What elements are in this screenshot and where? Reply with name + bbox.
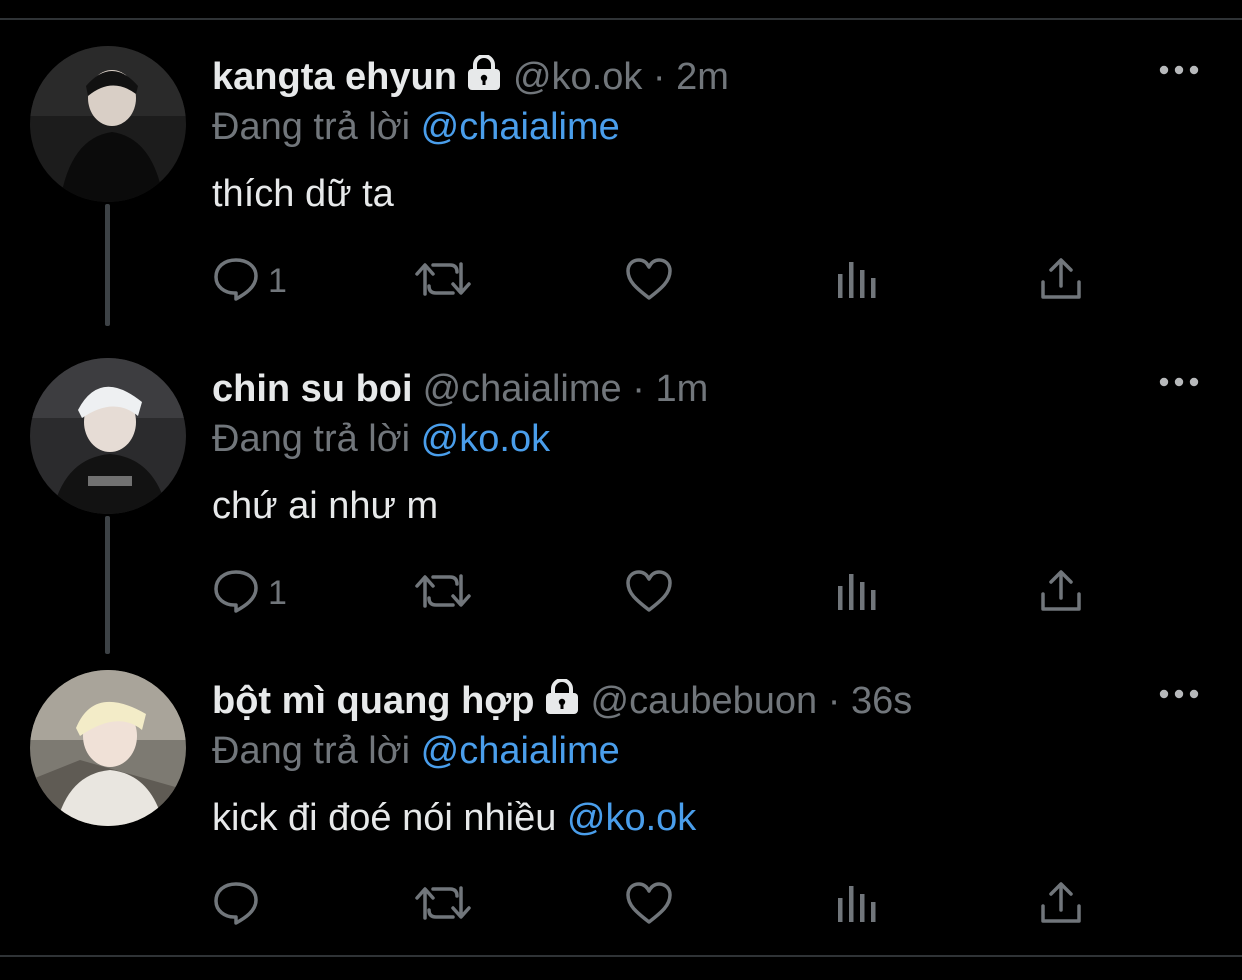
user-handle[interactable]: @caubebuon <box>591 680 818 722</box>
reply-count: 1 <box>268 573 287 612</box>
lock-icon <box>543 678 581 726</box>
share-icon <box>1038 568 1084 619</box>
top-divider <box>0 18 1242 20</box>
analytics-button[interactable] <box>834 880 880 930</box>
retweet-icon <box>414 880 472 931</box>
tweet-text-body: thích dữ ta <box>212 173 394 215</box>
reply-button[interactable]: 1 <box>212 256 287 306</box>
tweet-header: kangta ehyun @ko.ok · 2m <box>212 54 729 102</box>
timestamp[interactable]: 2m <box>676 56 729 98</box>
reply-button[interactable] <box>212 880 268 930</box>
tweet-text: kick đi đoé nói nhiều @ko.ok <box>212 795 696 841</box>
separator: · <box>827 680 841 722</box>
bottom-divider <box>0 955 1242 957</box>
separator: · <box>652 56 666 98</box>
tweet-header: chin su boi @chaialime · 1m <box>212 366 708 412</box>
action-bar: 1 <box>212 256 1112 306</box>
more-icon[interactable] <box>1158 686 1200 702</box>
reply-button[interactable]: 1 <box>212 568 287 618</box>
replying-to-mention[interactable]: @ko.ok <box>421 418 550 460</box>
retweet-icon <box>414 568 472 619</box>
user-handle[interactable]: @ko.ok <box>513 56 642 98</box>
reply-count: 1 <box>268 261 287 300</box>
analytics-button[interactable] <box>834 568 880 618</box>
share-button[interactable] <box>1038 880 1084 930</box>
replying-to-mention[interactable]: @chaialime <box>421 730 620 772</box>
user-handle[interactable]: @chaialime <box>423 368 622 410</box>
like-button[interactable] <box>624 568 674 618</box>
lock-icon <box>465 54 503 102</box>
avatar[interactable] <box>30 670 186 826</box>
tweet-text-mention[interactable]: @ko.ok <box>567 797 696 839</box>
tweet-text: thích dữ ta <box>212 171 394 217</box>
replying-to-mention[interactable]: @chaialime <box>421 106 620 148</box>
action-bar <box>212 880 1112 930</box>
tweet[interactable]: chin su boi @chaialime · 1m Đang trả lời … <box>0 358 1242 668</box>
reply-icon <box>212 880 260 931</box>
retweet-button[interactable] <box>414 256 472 306</box>
like-button[interactable] <box>624 880 674 930</box>
timestamp[interactable]: 1m <box>655 368 708 410</box>
display-name[interactable]: chin su boi <box>212 368 413 410</box>
more-icon[interactable] <box>1158 62 1200 78</box>
retweet-button[interactable] <box>414 880 472 930</box>
share-button[interactable] <box>1038 568 1084 618</box>
analytics-icon <box>834 568 880 619</box>
retweet-button[interactable] <box>414 568 472 618</box>
replying-to: Đang trả lời @chaialime <box>212 728 620 774</box>
display-name[interactable]: kangta ehyun <box>212 56 457 98</box>
separator: · <box>632 368 645 410</box>
reply-icon <box>212 256 260 307</box>
like-icon <box>624 880 674 931</box>
avatar[interactable] <box>30 46 186 202</box>
replying-to-label: Đang trả lời <box>212 730 411 772</box>
timestamp[interactable]: 36s <box>851 680 912 722</box>
like-button[interactable] <box>624 256 674 306</box>
tweet-header: bột mì quang hợp @caubebuon · 36s <box>212 678 912 726</box>
replying-to-label: Đang trả lời <box>212 106 411 148</box>
share-icon <box>1038 880 1084 931</box>
more-icon[interactable] <box>1158 374 1200 390</box>
share-button[interactable] <box>1038 256 1084 306</box>
analytics-icon <box>834 880 880 931</box>
tweet-text: chứ ai như m <box>212 483 438 529</box>
action-bar: 1 <box>212 568 1112 618</box>
tweet-text-body: kick đi đoé nói nhiều <box>212 797 567 839</box>
replying-to: Đang trả lời @chaialime <box>212 104 620 150</box>
like-icon <box>624 568 674 619</box>
like-icon <box>624 256 674 307</box>
tweet-text-body: chứ ai như m <box>212 485 439 527</box>
analytics-button[interactable] <box>834 256 880 306</box>
tweet[interactable]: bột mì quang hợp @caubebuon · 36s Đang tr… <box>0 670 1242 980</box>
replying-to-label: Đang trả lời <box>212 418 411 460</box>
display-name[interactable]: bột mì quang hợp <box>212 680 535 722</box>
share-icon <box>1038 256 1084 307</box>
reply-icon <box>212 568 260 619</box>
tweet[interactable]: kangta ehyun @ko.ok · 2m Đang trả lời @ch… <box>0 46 1242 356</box>
replying-to: Đang trả lời @ko.ok <box>212 416 550 462</box>
retweet-icon <box>414 256 472 307</box>
analytics-icon <box>834 256 880 307</box>
avatar[interactable] <box>30 358 186 514</box>
